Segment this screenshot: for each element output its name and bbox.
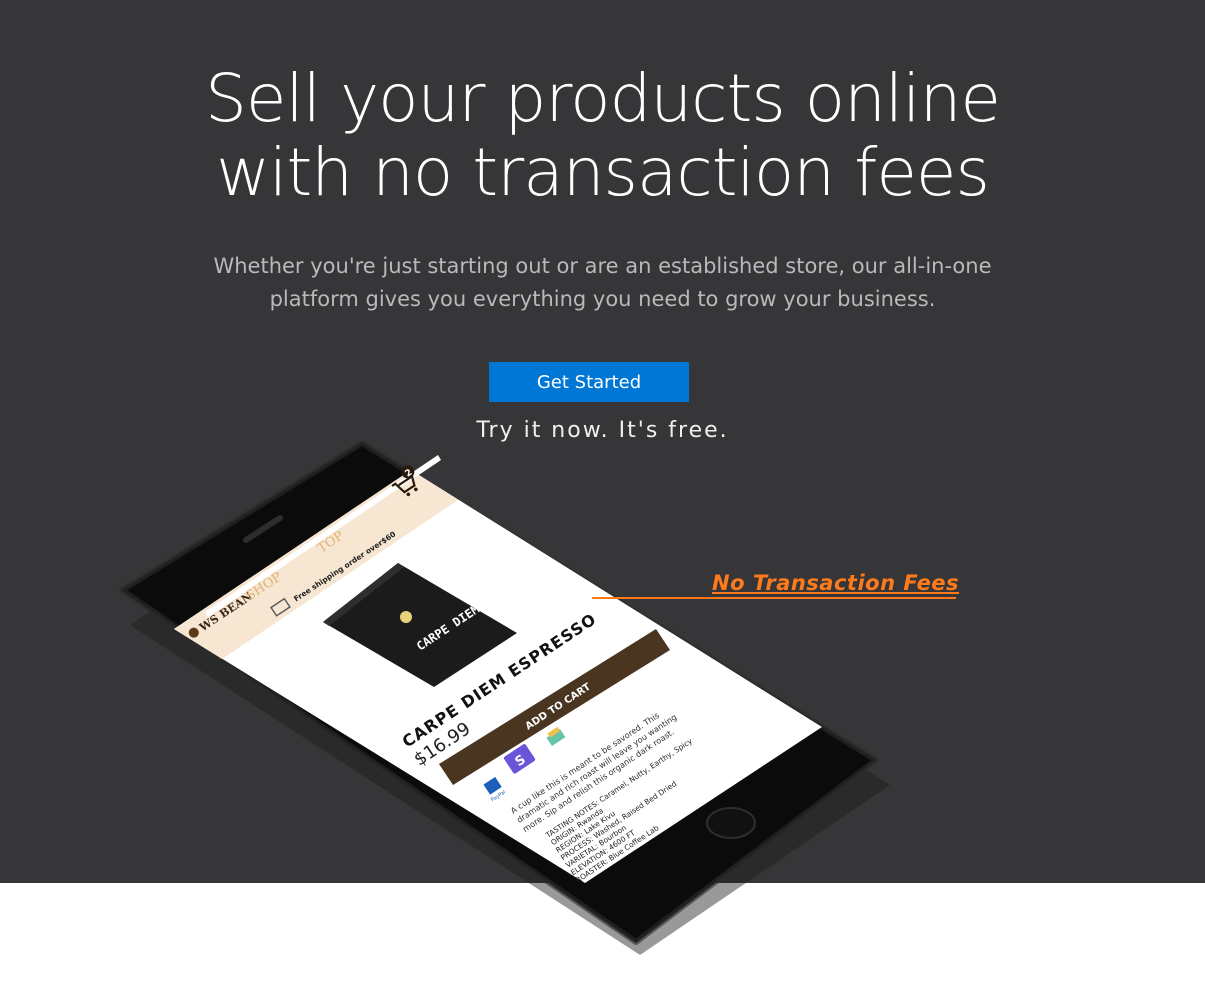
no-transaction-fees-link[interactable]: No Transaction Fees — [712, 571, 959, 595]
hero-subtext: Whether you're just starting out or are … — [0, 250, 1205, 316]
callout-line — [592, 597, 956, 599]
headline-line-2: with no transaction fees — [216, 134, 990, 211]
subtext-line-2: platform gives you everything you need t… — [269, 287, 936, 311]
try-it-tagline: Try it now. It's free. — [476, 418, 729, 443]
subtext-line-1: Whether you're just starting out or are … — [213, 254, 992, 278]
get-started-button[interactable]: Get Started — [489, 362, 689, 402]
hero-headline: Sell your products online with no transa… — [0, 62, 1205, 210]
headline-line-1: Sell your products online — [204, 60, 1001, 137]
